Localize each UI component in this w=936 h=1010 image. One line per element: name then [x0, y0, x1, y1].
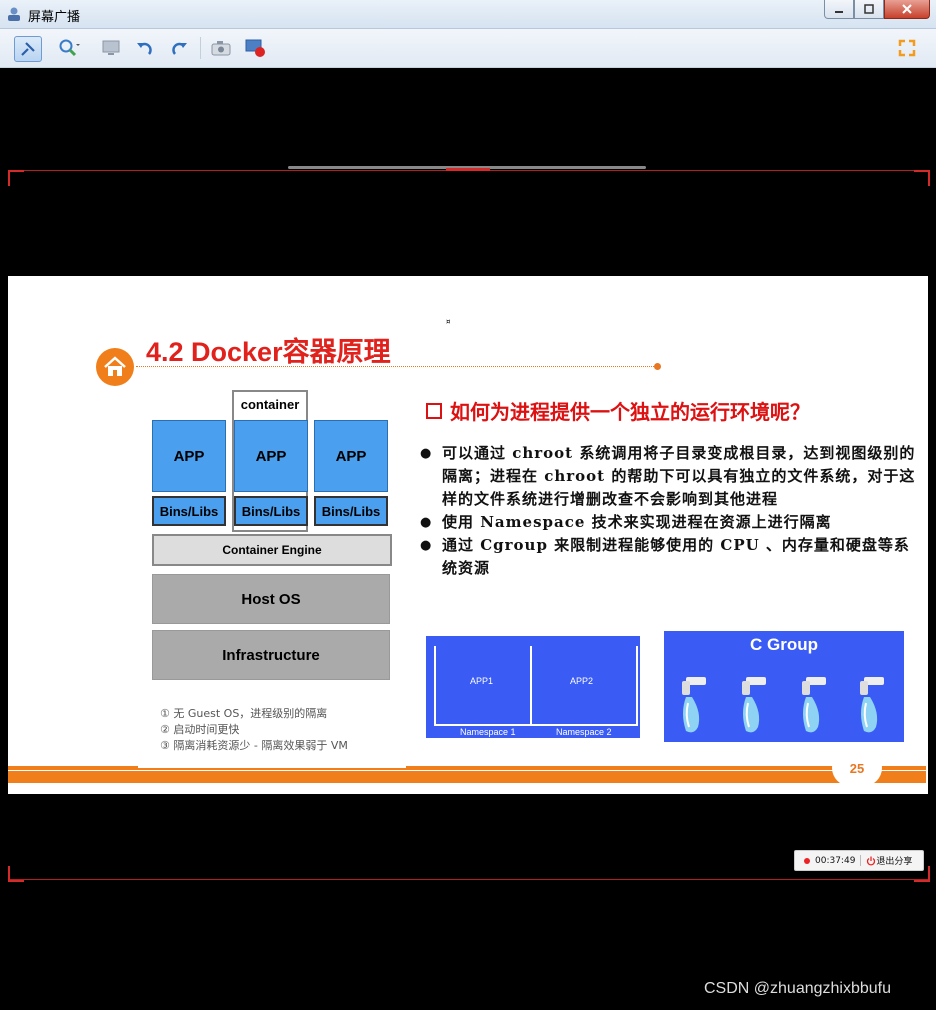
- selection-corner-tl[interactable]: [8, 170, 24, 186]
- window-title: 屏幕广播: [28, 10, 81, 25]
- container-label: container: [240, 396, 300, 412]
- bullet-item: 使用 Namespace 技术来实现进程在资源上进行隔离: [420, 511, 920, 534]
- recording-indicator: 00:37:49 退出分享: [794, 850, 924, 871]
- window-controls: [824, 0, 930, 19]
- selection-corner-bl[interactable]: [8, 866, 24, 882]
- close-icon: [902, 4, 912, 14]
- magnifier-icon: [59, 39, 80, 57]
- title-underline-dot: [654, 363, 661, 370]
- faucet-icon: [802, 677, 826, 733]
- cgroup-title: C Group: [750, 635, 818, 654]
- minimize-button[interactable]: [824, 0, 854, 19]
- toolbar: [0, 29, 936, 68]
- exit-share-button[interactable]: 退出分享: [866, 854, 912, 867]
- monitor-button[interactable]: [98, 36, 124, 60]
- title-underline: [136, 366, 658, 367]
- zoom-button[interactable]: [56, 36, 82, 60]
- home-button[interactable]: [96, 348, 134, 386]
- bullet-item: 可以通过 chroot 系统调用将子目录变成根目录，达到视图级别的隔离；进程在 …: [420, 442, 920, 511]
- app-block: APP: [234, 420, 308, 492]
- faucet-icon: [860, 677, 884, 733]
- recording-time: 00:37:49: [815, 855, 856, 866]
- bullet-item: 通过 Cgroup 来限制进程能够使用的 CPU 、内存量和硬盘等系统资源: [420, 534, 920, 580]
- close-button[interactable]: [884, 0, 930, 19]
- note-item: ② 启动时间更快: [160, 723, 240, 736]
- power-icon: [867, 856, 876, 866]
- broadcast-app-icon: [8, 7, 20, 21]
- selection-frame-bottom: [8, 879, 928, 880]
- note-item: ① 无 Guest OS，进程级别的隔离: [160, 707, 328, 720]
- broadcast-viewer: 4.2 Docker容器原理 ¤ container APP APP APP B…: [8, 68, 930, 1008]
- monitor-icon: [102, 40, 120, 55]
- record-icon: [245, 39, 265, 57]
- namespace-app-label: APP1: [470, 676, 494, 686]
- cgroup-illustration: C Group: [664, 631, 904, 742]
- fullscreen-button[interactable]: [894, 36, 920, 60]
- diagram-notes: ① 无 Guest OS，进程级别的隔离 ② 启动时间更快 ③ 隔离消耗资源少 …: [160, 706, 348, 754]
- bins-libs-block: Bins/Libs: [152, 496, 226, 526]
- note-item: ③ 隔离消耗资源少 - 隔离效果弱于 VM: [160, 739, 348, 752]
- namespace-frame: [434, 646, 638, 726]
- question-heading: 如何为进程提供一个独立的运行环境呢？: [426, 396, 810, 425]
- footer-gap: [138, 762, 406, 768]
- app-block: APP: [152, 420, 226, 492]
- faucet-icon: [682, 677, 706, 733]
- home-icon: [104, 356, 126, 376]
- square-bullet-icon: [426, 402, 442, 419]
- presentation-slide: 4.2 Docker容器原理 ¤ container APP APP APP B…: [8, 276, 928, 794]
- watermark: CSDN @zhuangzhixbbufu: [704, 980, 892, 997]
- snapshot-button[interactable]: [208, 36, 234, 60]
- maximize-button[interactable]: [854, 0, 884, 19]
- undo-button[interactable]: [132, 36, 158, 60]
- namespace-illustration: APP1 APP2 Namespace 1 Namespace 2: [426, 636, 640, 738]
- faucet-icon: [742, 677, 766, 733]
- cursor-mark: ¤: [446, 318, 451, 326]
- namespace-label: Namespace 1: [460, 727, 516, 737]
- fullscreen-icon: [898, 39, 916, 57]
- question-text: 如何为进程提供一个独立的运行环境呢？: [450, 400, 810, 424]
- redo-button[interactable]: [166, 36, 192, 60]
- toolbar-separator: [200, 37, 201, 59]
- maximize-icon: [864, 4, 874, 14]
- namespace-app-label: APP2: [570, 676, 594, 686]
- slide-title: 4.2 Docker容器原理: [146, 337, 391, 367]
- host-os-block: Host OS: [152, 574, 390, 624]
- minimize-icon: [835, 11, 843, 13]
- window-titlebar: 屏幕广播: [0, 0, 936, 29]
- redo-icon: [172, 42, 187, 55]
- pin-button[interactable]: [14, 36, 42, 62]
- container-engine-block: Container Engine: [152, 534, 392, 566]
- recording-dot-icon: [804, 857, 810, 864]
- page-number: 25: [832, 750, 882, 786]
- camera-icon: [211, 41, 231, 56]
- bullet-list: 可以通过 chroot 系统调用将子目录变成根目录，达到视图级别的隔离；进程在 …: [420, 442, 920, 580]
- selection-handle-top[interactable]: [446, 168, 490, 171]
- exit-share-label: 退出分享: [876, 857, 913, 867]
- app-block: APP: [314, 420, 388, 492]
- recording-separator: [860, 855, 862, 866]
- undo-icon: [137, 42, 152, 55]
- namespace-divider: [530, 646, 532, 726]
- namespace-label: Namespace 2: [556, 727, 612, 737]
- record-button[interactable]: [242, 36, 268, 60]
- selection-corner-tr[interactable]: [914, 170, 930, 186]
- infrastructure-block: Infrastructure: [152, 630, 390, 680]
- pin-icon: [21, 42, 35, 56]
- footer-band: [8, 771, 926, 783]
- bins-libs-block: Bins/Libs: [314, 496, 388, 526]
- bins-libs-block: Bins/Libs: [234, 496, 308, 526]
